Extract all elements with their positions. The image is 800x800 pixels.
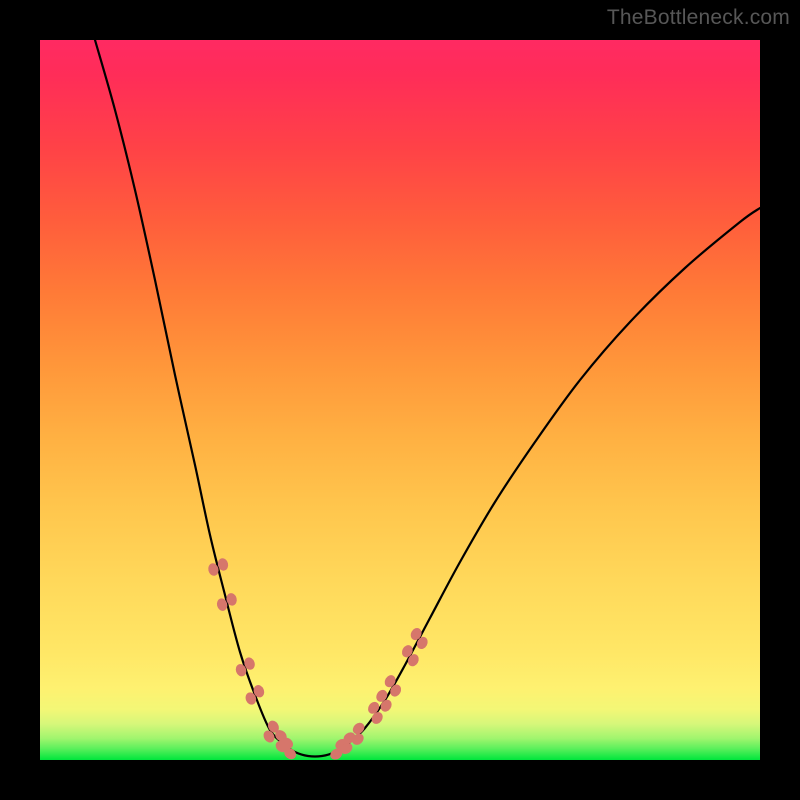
bottleneck-curve — [95, 40, 760, 757]
chart-frame: TheBottleneck.com — [0, 0, 800, 800]
bead-cluster-group — [207, 557, 430, 760]
chart-overlay — [40, 40, 760, 760]
watermark-text: TheBottleneck.com — [607, 6, 790, 30]
plot-area — [40, 40, 760, 760]
